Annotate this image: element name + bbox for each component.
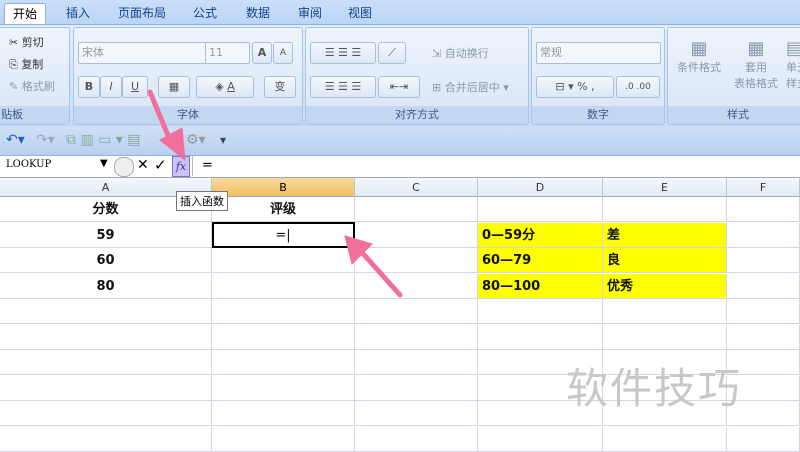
arrow-to-cell [355, 245, 403, 298]
annotation-arrows [147, 89, 403, 298]
arrow-head-fx [159, 127, 186, 162]
